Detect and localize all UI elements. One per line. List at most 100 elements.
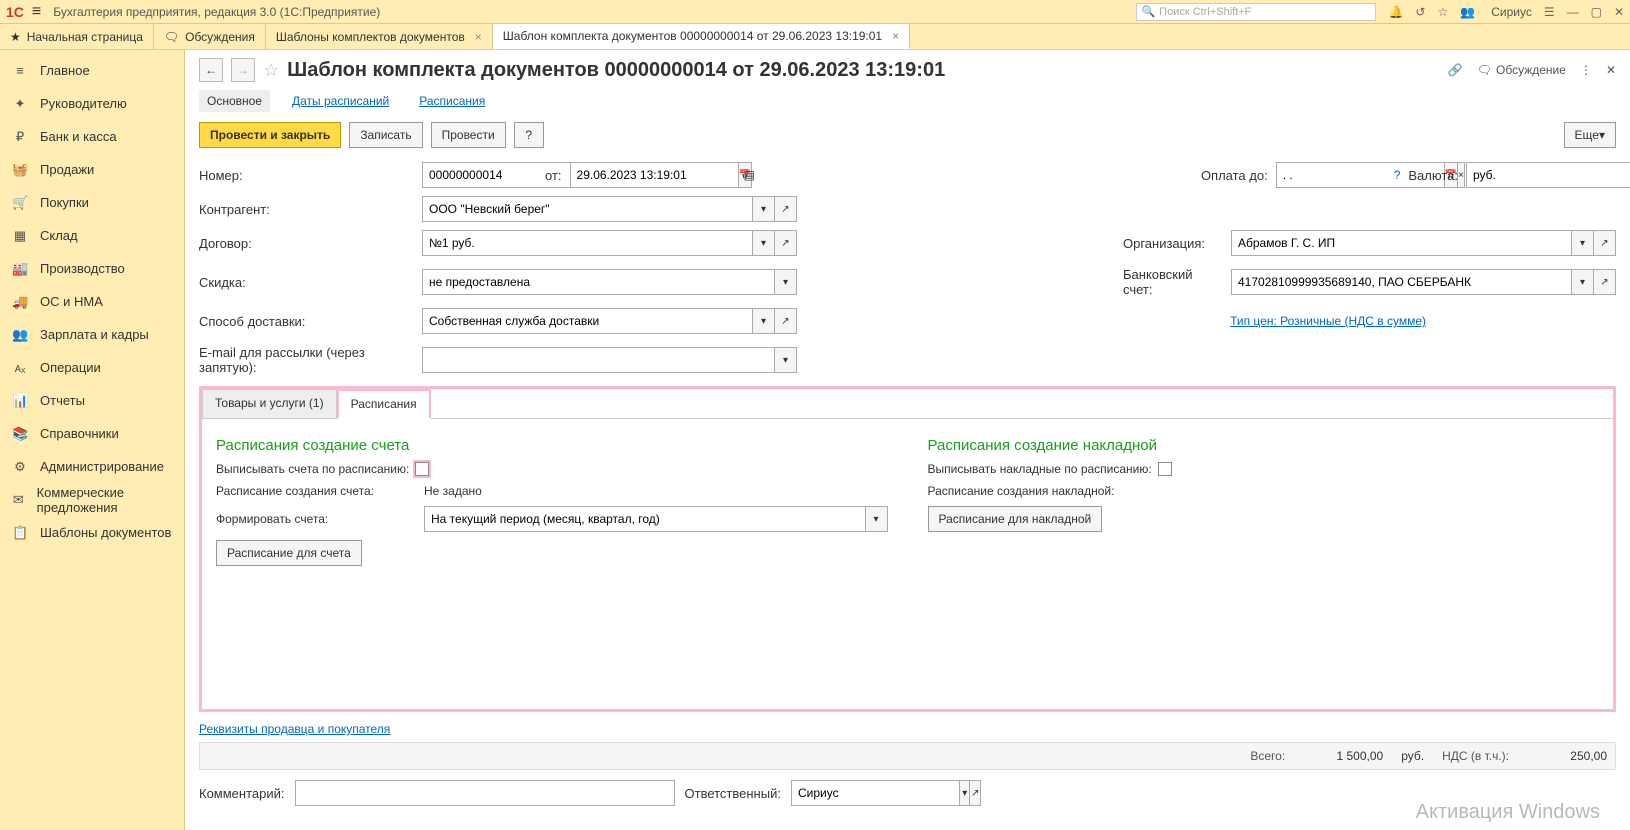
tab-current-doc[interactable]: Шаблон комплекта документов 00000000014 … [493, 24, 910, 49]
basket-icon: 🧺 [12, 162, 28, 178]
close-doc-icon[interactable]: ✕ [1606, 63, 1616, 77]
dropdown-icon[interactable]: ▾ [1572, 269, 1594, 295]
help-icon[interactable]: ? [1394, 168, 1401, 182]
inner-tab-schedules[interactable]: Расписания [337, 389, 431, 419]
tab-discussions[interactable]: 🗨 Обсуждения [154, 24, 266, 49]
doc-status-icon: ▤ [744, 168, 755, 182]
contract-input[interactable] [422, 230, 753, 256]
post-button[interactable]: Провести [431, 122, 506, 148]
open-icon[interactable]: ↗ [775, 196, 797, 222]
minimize-icon[interactable]: — [1567, 5, 1579, 19]
nakl-schedule-button[interactable]: Расписание для накладной [928, 506, 1103, 532]
number-input[interactable] [422, 162, 591, 188]
bell-icon[interactable]: 🔔 [1388, 5, 1403, 19]
sidebar-item-reports[interactable]: 📊Отчеты [0, 384, 184, 417]
sidebar-item-sales[interactable]: 🧺Продажи [0, 153, 184, 186]
dropdown-icon[interactable]: ▾ [753, 308, 775, 334]
dropdown-icon[interactable]: ▾ [775, 269, 797, 295]
link-icon[interactable]: 🔗 [1448, 63, 1463, 77]
nds-label: НДС (в т.ч.): [1442, 749, 1509, 763]
counterparty-input[interactable] [422, 196, 753, 222]
invoice-checkbox[interactable] [415, 462, 429, 476]
dropdown-icon[interactable]: ▾ [866, 506, 888, 532]
discuss-button[interactable]: 🗨 Обсуждение [1477, 63, 1566, 77]
dropdown-icon[interactable]: ▾ [775, 347, 797, 373]
sidebar-item-main[interactable]: ≡Главное [0, 54, 184, 87]
star-icon: ★ [10, 30, 21, 44]
post-and-close-button[interactable]: Провести и закрыть [199, 122, 341, 148]
subtab-main[interactable]: Основное [199, 90, 270, 112]
more-menu-icon[interactable]: ⋮ [1580, 63, 1592, 77]
comment-input[interactable] [295, 780, 675, 806]
discount-input[interactable] [422, 269, 775, 295]
open-icon[interactable]: ↗ [775, 230, 797, 256]
sidebar-item-production[interactable]: 🏭Производство [0, 252, 184, 285]
tab-templates-list[interactable]: Шаблоны комплектов документов × [266, 24, 493, 49]
sidebar-item-catalog[interactable]: 📚Справочники [0, 417, 184, 450]
sidebar-item-commercial[interactable]: ✉Коммерческие предложения [0, 483, 184, 516]
currency-input[interactable] [1466, 162, 1630, 188]
requisites-link[interactable]: Реквизиты продавца и покупателя [199, 722, 390, 736]
sidebar-item-admin[interactable]: ⚙Администрирование [0, 450, 184, 483]
more-button[interactable]: Еще ▾ [1564, 122, 1616, 148]
books-icon: 📚 [12, 426, 28, 442]
sidebar-item-operations[interactable]: ᴀₓОперации [0, 351, 184, 384]
favorite-star-icon[interactable]: ☆ [263, 60, 279, 81]
content: ← → ☆ Шаблон комплекта документов 000000… [185, 50, 1630, 830]
dropdown-icon[interactable]: ▾ [753, 230, 775, 256]
user-name[interactable]: Сириус [1491, 5, 1532, 19]
delivery-label: Способ доставки: [199, 311, 414, 332]
open-icon[interactable]: ↗ [970, 780, 981, 806]
open-icon[interactable]: ↗ [775, 308, 797, 334]
dropdown-icon[interactable]: ▾ [753, 196, 775, 222]
nav-back-button[interactable]: ← [199, 58, 223, 82]
gear-icon: ⚙ [12, 459, 28, 475]
close-icon[interactable]: × [892, 29, 899, 43]
help-button[interactable]: ? [514, 122, 544, 148]
open-icon[interactable]: ↗ [1594, 269, 1616, 295]
bank-input[interactable] [1231, 269, 1572, 295]
sidebar-item-manager[interactable]: ✦Руководителю [0, 87, 184, 120]
email-label: E-mail для рассылки (через запятую): [199, 342, 414, 378]
main-menu-icon[interactable]: ≡ [32, 3, 41, 21]
close-icon[interactable]: × [475, 30, 482, 44]
menu-dropdown-icon[interactable]: ☰ [1544, 5, 1555, 19]
delivery-input[interactable] [422, 308, 753, 334]
sidebar-item-bank[interactable]: ₽Банк и касса [0, 120, 184, 153]
dropdown-icon[interactable]: ▾ [960, 780, 971, 806]
invoice-schedule-button[interactable]: Расписание для счета [216, 540, 362, 566]
subtab-dates[interactable]: Даты расписаний [284, 90, 397, 112]
bank-label: Банковский счет: [1123, 264, 1223, 300]
save-button[interactable]: Записать [349, 122, 422, 148]
clear-icon[interactable]: × [1458, 162, 1465, 188]
search-input[interactable]: 🔍 Поиск Ctrl+Shift+F [1136, 3, 1376, 21]
grid-icon: ▦ [12, 228, 28, 244]
responsible-input[interactable] [791, 780, 960, 806]
open-icon[interactable]: ↗ [1594, 230, 1616, 256]
logo-1c: 1C [6, 4, 24, 20]
sidebar-item-os-nma[interactable]: 🚚ОС и НМА [0, 285, 184, 318]
nakl-checkbox[interactable] [1158, 462, 1172, 476]
sidebar-item-warehouse[interactable]: ▦Склад [0, 219, 184, 252]
history-icon[interactable]: ↺ [1415, 5, 1425, 19]
tab-home[interactable]: ★ Начальная страница [0, 24, 154, 49]
sidebar-item-salary[interactable]: 👥Зарплата и кадры [0, 318, 184, 351]
form-invoices-select[interactable] [424, 506, 866, 532]
nds-value: 250,00 [1527, 749, 1607, 763]
close-window-icon[interactable]: ✕ [1614, 5, 1624, 19]
nav-forward-button[interactable]: → [231, 58, 255, 82]
sidebar-item-purchases[interactable]: 🛒Покупки [0, 186, 184, 219]
users-icon[interactable]: 👥 [1460, 5, 1475, 19]
email-input[interactable] [422, 347, 775, 373]
totals-bar: Всего: 1 500,00 руб. НДС (в т.ч.): 250,0… [199, 742, 1616, 770]
contract-label: Договор: [199, 233, 414, 254]
subtab-schedules[interactable]: Расписания [411, 90, 493, 112]
date-input[interactable] [570, 162, 739, 188]
maximize-icon[interactable]: ▢ [1591, 5, 1602, 19]
sidebar-item-templates[interactable]: 📋Шаблоны документов [0, 516, 184, 549]
dropdown-icon[interactable]: ▾ [1572, 230, 1594, 256]
star-icon[interactable]: ☆ [1437, 5, 1448, 19]
inner-tab-goods[interactable]: Товары и услуги (1) [202, 389, 337, 418]
org-input[interactable] [1231, 230, 1572, 256]
price-type-link[interactable]: Тип цен: Розничные (НДС в сумме) [1230, 314, 1426, 328]
